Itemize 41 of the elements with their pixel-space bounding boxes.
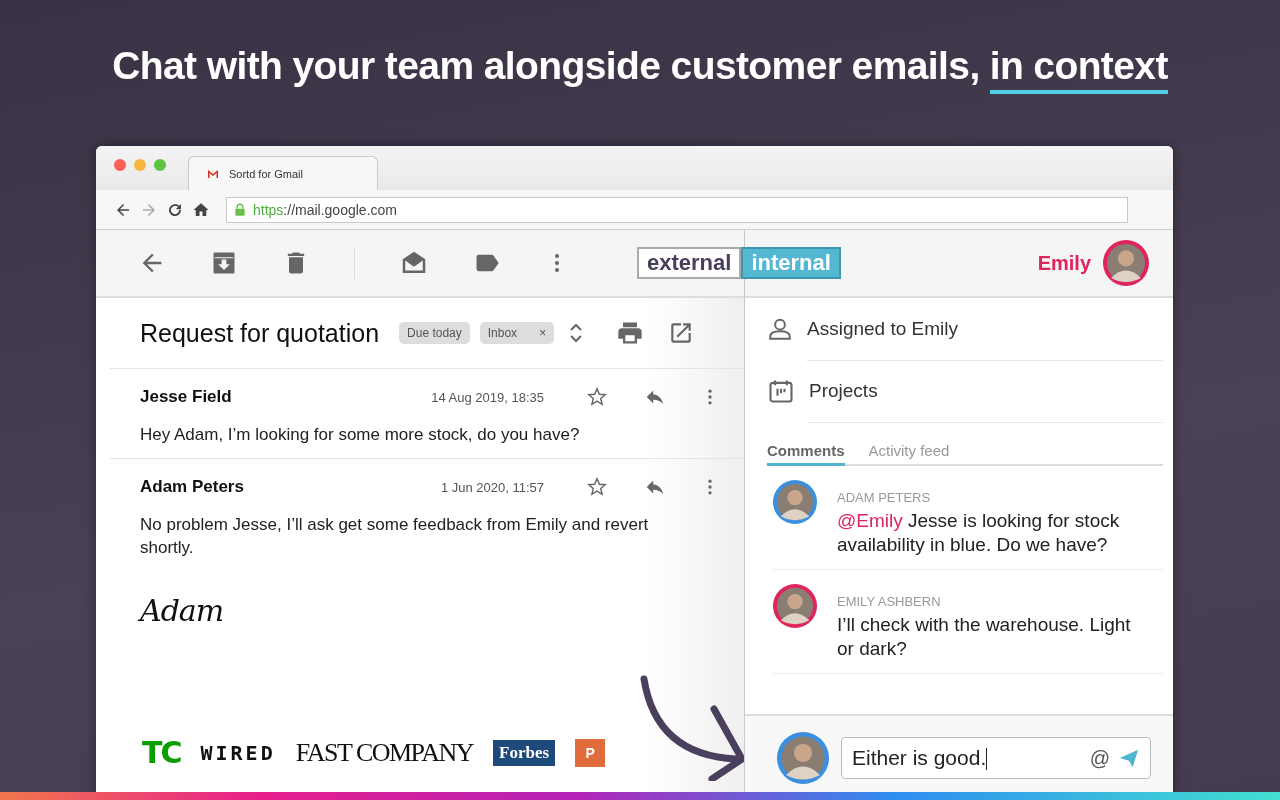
email-tag[interactable]: Due today (399, 322, 470, 344)
avatar (777, 732, 829, 784)
avatar (773, 584, 817, 628)
close-icon[interactable] (114, 159, 126, 171)
message-date: 1 Jun 2020, 11:57 (440, 479, 544, 495)
mention-button[interactable]: @ (1089, 746, 1110, 770)
avatar (1103, 240, 1149, 286)
address-bar[interactable]: https://mail.google.com (226, 196, 1128, 223)
star-icon[interactable] (586, 386, 608, 408)
comment-author: EMILY ASHBERN (837, 594, 942, 609)
message-body: Hey Adam, I’m looking for some more stock, do you have? (140, 424, 581, 446)
message-date: 14 Aug 2019, 18:35 (431, 389, 544, 405)
email-subject: Request for quotation (140, 318, 380, 348)
comment-author: ADAM PETERS (837, 490, 932, 505)
view-toggle[interactable]: external (637, 247, 742, 279)
press-logo: FAST COMPANY (295, 737, 474, 768)
property-label[interactable]: Assigned to Emily (807, 297, 1163, 361)
press-logo: Forbes (493, 739, 556, 766)
press-logo: WIRED (200, 740, 276, 765)
comment-input[interactable]: Either is good. @ (841, 737, 1151, 779)
comment-text: @Emily Jesse is looking for stock availability in blue. Do we have? (837, 509, 1121, 557)
email-tag[interactable]: Inbox × (479, 322, 555, 344)
headline: Chat with your team alongside customer emails, (112, 44, 980, 89)
sender-name: Jesse Field (140, 387, 233, 407)
property-label[interactable]: Projects (809, 359, 1163, 423)
headline-highlight: in context (989, 44, 1168, 94)
mail-logo-icon (205, 167, 221, 180)
remove-tag-button[interactable]: × (539, 326, 547, 340)
comment-text: I’ll check with the warehouse. Light or dark? (837, 613, 1132, 661)
lock-icon (233, 201, 247, 218)
user-name: Emily (1037, 251, 1091, 275)
avatar (773, 480, 817, 524)
browser-tab[interactable]: Sortd for Gmail (188, 156, 378, 190)
url-text: https://mail.google.com (253, 201, 397, 218)
person-icon (767, 316, 793, 342)
sender-name: Adam Peters (140, 477, 245, 497)
press-logo: TC (142, 735, 181, 770)
press-logo: P (575, 738, 606, 767)
star-icon[interactable] (586, 476, 608, 498)
message-body: No problem Jesse, I’ll ask get some feedback from Emily and revert shortly. (140, 514, 650, 559)
panel-tab[interactable]: Comments (767, 442, 845, 466)
